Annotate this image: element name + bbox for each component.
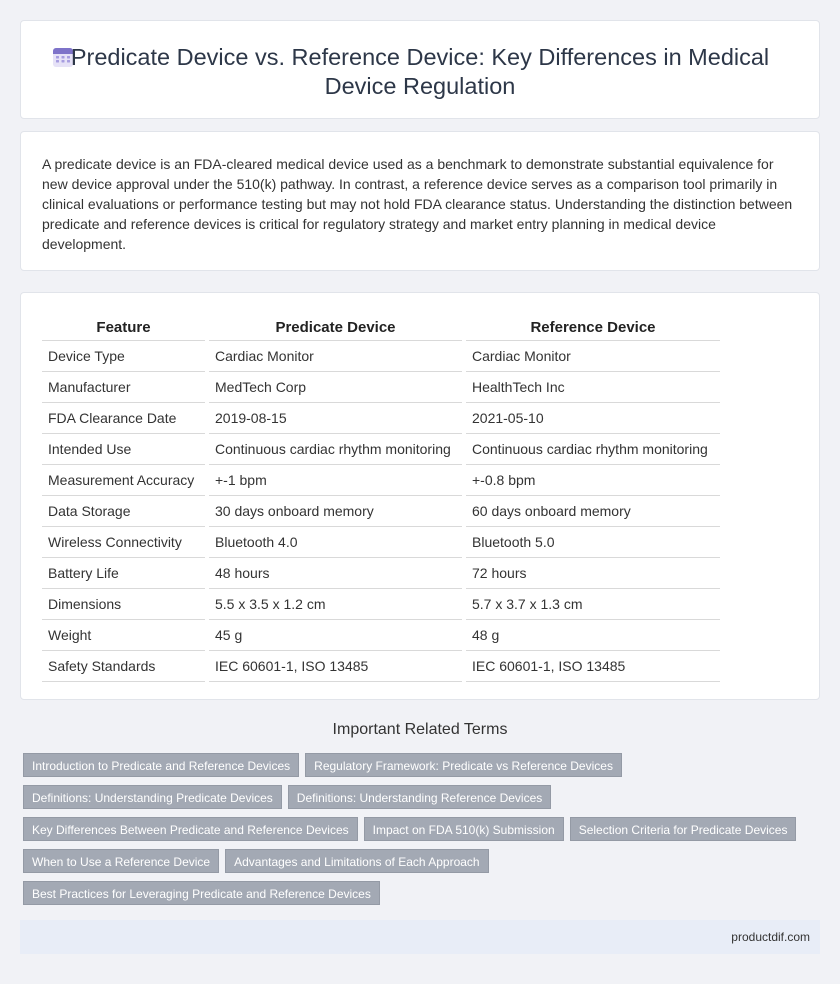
table-cell: 72 hours (466, 557, 720, 589)
table-cell: +-1 bpm (209, 464, 462, 496)
table-cell: 2019-08-15 (209, 402, 462, 434)
table-cell: Intended Use (42, 433, 205, 465)
table-cell: 48 g (466, 619, 720, 651)
table-cell: 48 hours (209, 557, 462, 589)
related-term-tag[interactable]: Definitions: Understanding Reference Dev… (287, 785, 552, 809)
table-cell: Bluetooth 5.0 (466, 526, 720, 558)
related-term-tag[interactable]: Impact on FDA 510(k) Submission (363, 817, 564, 841)
table-cell: Measurement Accuracy (42, 464, 205, 496)
column-header-predicate: Predicate Device (209, 316, 462, 341)
table-cell: HealthTech Inc (466, 371, 720, 403)
related-terms-heading: Important Related Terms (332, 721, 508, 738)
page-title: Predicate Device vs. Reference Device: K… (70, 44, 770, 99)
related-term-tag[interactable]: Regulatory Framework: Predicate vs Refer… (305, 753, 622, 777)
intro-card: A predicate device is an FDA-cleared med… (20, 131, 820, 271)
column-header-reference: Reference Device (466, 316, 720, 341)
table-cell: +-0.8 bpm (466, 464, 720, 496)
intro-paragraph: A predicate device is an FDA-cleared med… (42, 156, 793, 252)
table-cell: 5.5 x 3.5 x 1.2 cm (209, 588, 462, 620)
related-term-tag[interactable]: Advantages and Limitations of Each Appro… (225, 849, 489, 873)
table-cell: Dimensions (42, 588, 205, 620)
table-cell: 45 g (209, 619, 462, 651)
table-row: Measurement Accuracy +-1 bpm +-0.8 bpm (42, 464, 720, 496)
table-row: Device Type Cardiac Monitor Cardiac Moni… (42, 340, 720, 372)
table-cell: Device Type (42, 340, 205, 372)
related-terms-list: Introduction to Predicate and Reference … (23, 753, 813, 913)
table-row: Battery Life 48 hours 72 hours (42, 557, 720, 589)
table-cell: MedTech Corp (209, 371, 462, 403)
table-cell: IEC 60601-1, ISO 13485 (466, 650, 720, 682)
table-cell: Battery Life (42, 557, 205, 589)
table-cell: FDA Clearance Date (42, 402, 205, 434)
table-cell: 2021-05-10 (466, 402, 720, 434)
related-term-tag[interactable]: Best Practices for Leveraging Predicate … (23, 881, 380, 905)
table-header-row: Feature Predicate Device Reference Devic… (42, 316, 720, 341)
table-cell: Cardiac Monitor (209, 340, 462, 372)
table-row: Intended Use Continuous cardiac rhythm m… (42, 433, 720, 465)
table-row: Manufacturer MedTech Corp HealthTech Inc (42, 371, 720, 403)
comparison-table: Feature Predicate Device Reference Devic… (42, 316, 720, 682)
footer: productdif.com (20, 920, 820, 954)
related-term-tag[interactable]: Introduction to Predicate and Reference … (23, 753, 300, 777)
table-row: Weight 45 g 48 g (42, 619, 720, 651)
table-cell: Continuous cardiac rhythm monitoring (466, 433, 720, 465)
table-row: Safety Standards IEC 60601-1, ISO 13485 … (42, 650, 720, 682)
table-cell: Data Storage (42, 495, 205, 527)
table-cell: 5.7 x 3.7 x 1.3 cm (466, 588, 720, 620)
table-cell: Cardiac Monitor (466, 340, 720, 372)
table-cell: Weight (42, 619, 205, 651)
table-cell: 60 days onboard memory (466, 495, 720, 527)
table-row: FDA Clearance Date 2019-08-15 2021-05-10 (42, 402, 720, 434)
table-row: Wireless Connectivity Bluetooth 4.0 Blue… (42, 526, 720, 558)
table-row: Data Storage 30 days onboard memory 60 d… (42, 495, 720, 527)
column-header-feature: Feature (42, 316, 205, 341)
table-cell: Manufacturer (42, 371, 205, 403)
related-term-tag[interactable]: When to Use a Reference Device (23, 849, 220, 873)
related-term-tag[interactable]: Definitions: Understanding Predicate Dev… (23, 785, 282, 809)
table-cell: Continuous cardiac rhythm monitoring (209, 433, 462, 465)
table-cell: IEC 60601-1, ISO 13485 (209, 650, 462, 682)
table-row: Dimensions 5.5 x 3.5 x 1.2 cm 5.7 x 3.7 … (42, 588, 720, 620)
table-cell: Bluetooth 4.0 (209, 526, 462, 558)
table-cell: Safety Standards (42, 650, 205, 682)
comparison-card: Feature Predicate Device Reference Devic… (20, 292, 820, 700)
header-card: Predicate Device vs. Reference Device: K… (20, 20, 820, 119)
related-term-tag[interactable]: Key Differences Between Predicate and Re… (23, 817, 358, 841)
table-cell: Wireless Connectivity (42, 526, 205, 558)
table-cell: 30 days onboard memory (209, 495, 462, 527)
related-term-tag[interactable]: Selection Criteria for Predicate Devices (569, 817, 797, 841)
footer-site-link[interactable]: productdif.com (731, 930, 810, 944)
